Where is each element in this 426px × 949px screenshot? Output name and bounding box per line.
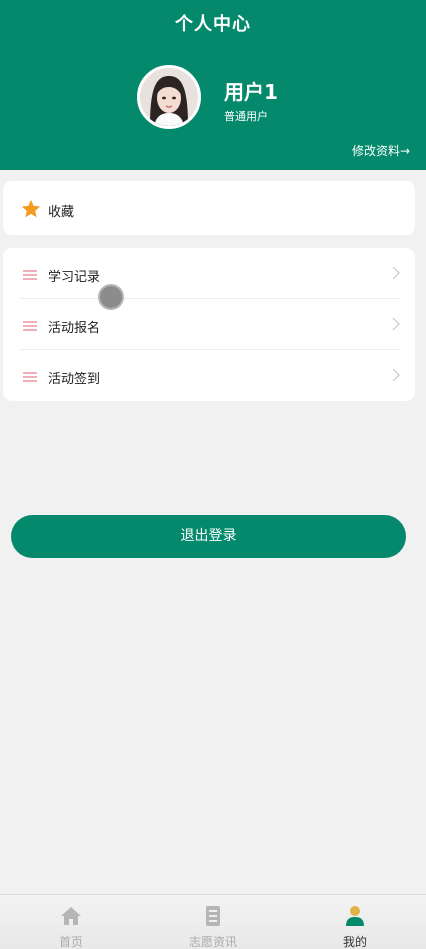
chevron-right-icon [392,317,400,331]
favorites-label: 收藏 [48,205,75,220]
menu-item-activity-checkin[interactable]: 活动签到 [20,350,400,401]
touch-indicator [98,284,124,310]
page-title: 个人中心 [175,14,251,35]
nav-item-mine[interactable]: 我的 [284,895,426,949]
bottom-nav: 首页 志愿资讯 我的 [0,894,426,949]
user-name: 用户1 [224,80,278,104]
menu-item-activity-signup[interactable]: 活动报名 [20,299,400,350]
menu-item-label: 活动签到 [48,372,101,387]
home-icon [61,907,81,925]
favorites-card[interactable]: 收藏 [3,181,415,235]
list-icon [23,321,37,331]
profile-header: 个人中心 用户1 普通用户 修改资料→ [0,0,426,170]
nav-label: 我的 [342,935,367,949]
menu-item-study-record[interactable]: 学习记录 [20,248,400,299]
logout-button[interactable]: 退出登录 [11,515,406,558]
list-icon [23,270,37,280]
nav-label: 志愿资讯 [188,935,237,949]
nav-item-home[interactable]: 首页 [0,895,142,949]
user-role: 普通用户 [224,110,268,123]
avatar[interactable] [137,65,201,129]
nav-item-volunteer-news[interactable]: 志愿资讯 [142,895,284,949]
edit-profile-link[interactable]: 修改资料→ [352,142,410,159]
star-icon [21,199,41,218]
menu-item-label: 学习记录 [48,270,101,285]
avatar-image [140,68,198,126]
document-icon [206,906,220,926]
list-icon [23,372,37,382]
menu-card: 学习记录 活动报名 活动签到 [3,248,415,401]
menu-item-label: 活动报名 [48,321,101,336]
user-icon [346,906,364,926]
chevron-right-icon [392,368,400,382]
chevron-right-icon [392,266,400,280]
nav-label: 首页 [58,935,83,949]
